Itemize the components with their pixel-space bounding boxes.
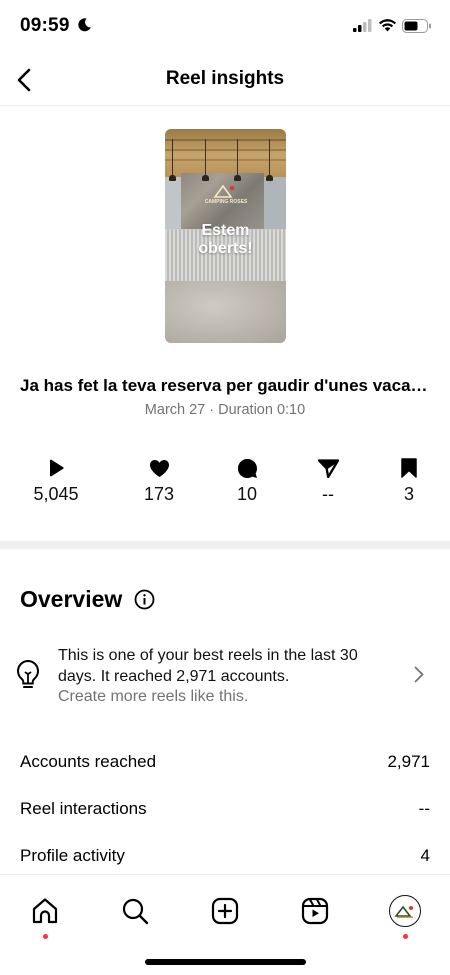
comment-icon [237, 458, 257, 478]
chevron-right-icon [414, 666, 424, 683]
play-icon [50, 459, 64, 477]
overview-heading: Overview [20, 586, 123, 612]
overlay-line-2: oberts! [198, 240, 253, 257]
stat-saves: 3 [369, 456, 449, 505]
saves-count: 3 [403, 484, 414, 504]
tip-message: This is one of your best reels in the la… [58, 647, 358, 685]
nav-profile[interactable] [383, 889, 427, 939]
bookmark-icon [401, 458, 417, 478]
moon-icon [78, 18, 91, 32]
accounts-reached-value: 2,971 [387, 752, 430, 771]
profile-activity-value: 4 [420, 846, 430, 865]
tip-create-more: Create more reels like this. [58, 688, 249, 705]
reels-icon [301, 897, 329, 925]
stat-shares: -- [288, 456, 368, 505]
nav-home[interactable] [23, 889, 67, 939]
create-icon [211, 897, 239, 925]
section-divider [0, 541, 450, 549]
profile-activity-row[interactable]: Profile activity 4 [20, 846, 430, 870]
camping-logo-icon [213, 184, 235, 198]
page-title: Reel insights [165, 68, 285, 89]
camping-logo-icon [394, 905, 413, 918]
nav-create[interactable] [203, 889, 247, 933]
pendant-lamp [234, 139, 241, 181]
plays-count: 5,045 [33, 484, 79, 504]
nav-reels[interactable] [293, 889, 337, 933]
notification-dot [43, 934, 48, 939]
status-time: 09:59 [20, 15, 70, 36]
status-bar: 09:59 [0, 0, 450, 54]
lightbulb-icon [17, 659, 39, 688]
reel-interactions-row[interactable]: Reel interactions -- [20, 799, 430, 823]
tip-text: This is one of your best reels in the la… [58, 646, 398, 708]
shares-count: -- [322, 484, 334, 504]
home-icon [32, 898, 58, 924]
pendant-lamp [266, 139, 273, 181]
nav-search[interactable] [113, 889, 157, 933]
heart-icon [149, 459, 169, 477]
thumbnail-floor [165, 281, 286, 343]
cellular-signal-icon [353, 19, 372, 32]
header-divider [0, 105, 450, 106]
pendant-lamp [169, 139, 176, 181]
stat-comments: 10 [207, 456, 287, 505]
thumbnail-overlay-text: Estem oberts! [165, 222, 286, 258]
accounts-reached-row[interactable]: Accounts reached 2,971 [20, 752, 430, 776]
profile-activity-label: Profile activity [20, 846, 125, 865]
search-icon [122, 898, 149, 925]
stat-likes: 173 [119, 456, 199, 505]
stat-plays: 5,045 [16, 456, 96, 505]
best-reel-tip[interactable]: This is one of your best reels in the la… [0, 640, 450, 712]
likes-count: 173 [143, 484, 175, 504]
overlay-line-1: Estem [201, 222, 250, 239]
reel-interactions-label: Reel interactions [20, 799, 147, 818]
reel-interactions-value: -- [418, 799, 430, 818]
thumbnail-ceiling [165, 129, 286, 177]
info-icon[interactable] [134, 589, 155, 610]
comments-count: 10 [236, 484, 258, 504]
reel-caption: Ja has fet la teva reserva per gaudir d'… [20, 376, 430, 395]
battery-icon [402, 19, 431, 33]
pendant-lamp [202, 139, 209, 181]
header: Reel insights [0, 56, 450, 104]
home-indicator [145, 959, 306, 965]
reel-thumbnail[interactable]: CAMPING ROSES Estem oberts! [165, 129, 286, 343]
thumbnail-logo-text: CAMPING ROSES [204, 199, 248, 205]
reel-meta: March 27 · Duration 0:10 [144, 402, 306, 418]
profile-avatar [389, 895, 421, 927]
share-icon [317, 458, 339, 478]
notification-dot [403, 934, 408, 939]
wifi-icon [379, 19, 396, 32]
accounts-reached-label: Accounts reached [20, 752, 157, 771]
